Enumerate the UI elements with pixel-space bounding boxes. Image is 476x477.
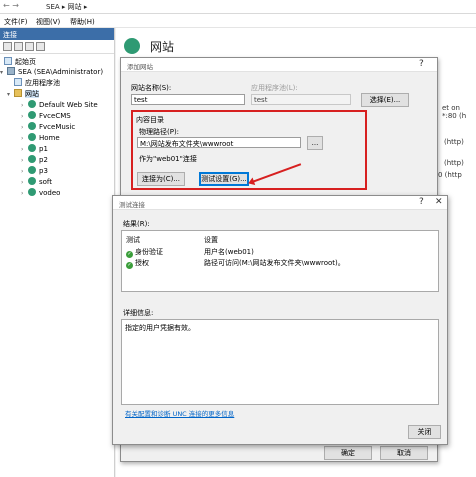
tree-item-server[interactable]: ▾ SEA (SEA\Administrator) [0,67,103,77]
details-text: 指定的用户凭据有效。 [125,324,195,332]
page-title: 网站 [150,40,175,54]
start-page-icon [4,57,12,65]
results-list: 测试 设置 ✓ 身份验证 用户名(web01) ✓ 授权 路径可访问(M:\网站发布… [121,230,439,292]
tree-item-site[interactable]: › Home [21,133,60,143]
expand-icon[interactable]: › [21,134,28,143]
tree-item-site[interactable]: › FvceMusic [21,122,75,132]
binding-text: 0 (http [438,171,462,179]
help-icon[interactable]: ? [419,197,424,207]
unc-help-link[interactable]: 有关配置和诊断 UNC 连接的更多信息 [125,408,234,418]
save-icon[interactable] [14,42,23,51]
globe-icon [28,133,36,141]
globe-icon [28,166,36,174]
col-settings-header: 设置 [204,236,218,244]
tree-item-site[interactable]: › vodeo [21,188,60,198]
results-header: 测试 设置 [126,235,218,245]
breadcrumb[interactable]: SEA ▸ 网站 ▸ [46,2,87,12]
tree-item-site[interactable]: › Default Web Site [21,100,98,110]
expand-icon[interactable]: › [21,167,28,176]
menu-file[interactable]: 文件(F) [4,17,28,27]
connections-header: 连接 [0,28,114,40]
globe-icon [28,188,36,196]
dialog-title: 添加网站 [127,63,153,71]
globe-icon [28,122,36,130]
result-row[interactable]: ✓ 授权 路径可访问(M:\网站发布文件夹\wwwroot)。 [126,258,345,269]
expand-icon[interactable]: › [21,101,28,110]
site-name-label: 网站名称(S): [131,84,172,92]
expand-icon[interactable]: › [21,178,28,187]
tree-item-site[interactable]: › p2 [21,155,48,165]
expand-icon[interactable]: › [21,145,28,154]
col-test-header: 测试 [126,236,140,244]
globe-icon [28,155,36,163]
site-name-input[interactable]: test [131,94,245,105]
result-row[interactable]: ✓ 身份验证 用户名(web01) [126,247,254,258]
globe-icon [28,177,36,185]
ok-button[interactable]: 确定 [324,446,372,460]
binding-text: (http) [444,159,464,167]
nav-arrows[interactable]: ← → [3,1,19,10]
sites-globe-icon [124,38,140,54]
expand-icon[interactable]: › [21,112,28,121]
tree-item-site[interactable]: › p3 [21,166,48,176]
tree-item-app-pools[interactable]: 应用程序池 [14,78,60,88]
details-label: 详细信息: [123,309,154,317]
app-pool-label: 应用程序池(L): [251,84,298,92]
tree-item-site[interactable]: › soft [21,177,52,187]
folder-icon [14,89,22,97]
collapse-icon[interactable]: ▾ [7,90,14,99]
binding-text: (http) [444,138,464,146]
success-check-icon: ✓ [126,251,133,258]
binding-text: et on *:80 (h [442,104,467,120]
expand-icon[interactable]: › [21,123,28,132]
app-pool-icon [14,78,22,86]
success-check-icon: ✓ [126,262,133,269]
dialog-title: 测试连接 [119,201,145,209]
expand-icon[interactable]: › [21,189,28,198]
menu-bar: 文件(F) 视图(V) 帮助(H) [0,14,476,28]
globe-icon [28,111,36,119]
tree-item-sites[interactable]: ▾ 网站 [7,89,39,99]
address-bar: ← → SEA ▸ 网站 ▸ [0,0,476,14]
menu-help[interactable]: 帮助(H) [70,17,95,27]
globe-icon [28,144,36,152]
cancel-button[interactable]: 取消 [380,446,428,460]
tree-item-site[interactable]: › p1 [21,144,48,154]
dialog-title-bar: 测试连接 ? ✕ [113,196,447,210]
expand-icon[interactable]: › [21,156,28,165]
select-app-pool-button[interactable]: 选择(E)... [361,93,409,107]
up-icon[interactable] [25,42,34,51]
app-pool-field: test [251,94,351,105]
help-icon[interactable]: ? [419,59,424,69]
close-icon[interactable]: ✕ [435,197,443,207]
tree-item-start-page[interactable]: 起始页 [4,57,36,67]
menu-view[interactable]: 视图(V) [36,17,60,27]
tree-item-site[interactable]: › FvceCMS [21,111,71,121]
test-connection-dialog: 测试连接 ? ✕ 结果(R): 测试 设置 ✓ 身份验证 用户名(web01) ✓… [112,195,448,445]
connections-pane: 连接 起始页 ▾ SEA (SEA\Administrator) 应用程序池 ▾ 网… [0,28,115,477]
results-label: 结果(R): [123,220,150,228]
details-textbox[interactable]: 指定的用户凭据有效。 [121,319,439,405]
globe-icon [28,100,36,108]
dialog-title-bar: 添加网站 ? [121,58,437,72]
connect-icon[interactable] [36,42,45,51]
new-connection-icon[interactable] [3,42,12,51]
close-button[interactable]: 关闭 [408,425,441,439]
server-icon [7,67,15,75]
connections-toolbar [0,40,114,54]
collapse-icon[interactable]: ▾ [0,68,7,77]
